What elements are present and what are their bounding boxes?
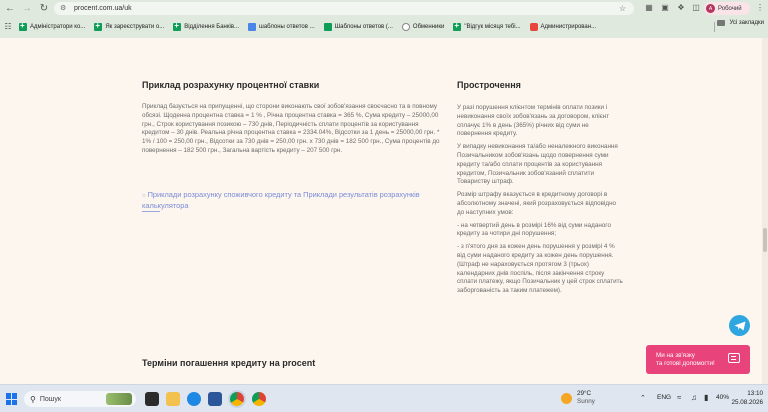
chat-widget-line2: та готові допомогти! bbox=[656, 360, 715, 367]
bookmark-item[interactable]: Як зареєструвати о... bbox=[94, 20, 164, 34]
bookmark-label: Як зареєструвати о... bbox=[105, 24, 165, 30]
profile-label: Робочий bbox=[718, 5, 742, 12]
terms-title: Терміни погашення кредиту на procent bbox=[142, 358, 316, 368]
telegram-plane-icon bbox=[734, 321, 745, 330]
red-square-icon bbox=[529, 23, 538, 31]
bookmark-item[interactable]: Адміністратори ко... bbox=[19, 20, 85, 34]
bookmarks-divider bbox=[714, 22, 715, 32]
bookmark-label: шаблоны ответов ... bbox=[259, 24, 315, 30]
google-sheets-icon bbox=[19, 21, 27, 31]
bookmark-label: Обменники bbox=[412, 24, 445, 30]
link-underline bbox=[142, 211, 160, 212]
taskbar-clock[interactable]: 13:10 25.08.2026 bbox=[727, 389, 763, 407]
chat-widget-button[interactable]: Ми на зв'язку та готові допомогти! bbox=[646, 345, 750, 374]
taskbar-search[interactable]: ⚲ Пошук bbox=[24, 391, 136, 407]
bookmark-item[interactable]: Обменники bbox=[401, 20, 445, 34]
reload-icon[interactable]: ↻ bbox=[37, 2, 51, 16]
address-bar[interactable]: ⚙ procent.com.ua/uk ☆ bbox=[54, 2, 634, 15]
weather-temp: 29°C bbox=[577, 390, 592, 397]
weather-widget[interactable]: 29°C Sunny bbox=[561, 390, 595, 406]
extension-2-icon[interactable]: ▣ bbox=[660, 3, 670, 13]
bookmark-label: Відділення Банків... bbox=[184, 24, 240, 30]
bookmark-label: Шаблоны ответов (... bbox=[334, 24, 393, 30]
google-sheets-icon bbox=[173, 21, 182, 31]
site-info-icon[interactable]: ⚙ bbox=[60, 5, 68, 13]
google-docs-icon bbox=[248, 23, 257, 31]
bookmark-item[interactable]: "Відгук місяця тебі... bbox=[453, 20, 521, 34]
task-view-icon[interactable] bbox=[145, 392, 159, 406]
clock-date: 25.08.2026 bbox=[731, 399, 763, 406]
google-sheets-icon bbox=[94, 21, 103, 31]
extension-icon[interactable]: ▦ bbox=[644, 3, 654, 13]
overdue-text: У разі порушення клієнтом термінів оплат… bbox=[457, 104, 623, 300]
search-placeholder: Пошук bbox=[39, 395, 61, 403]
bookmark-item[interactable]: шаблоны ответов ... bbox=[248, 20, 315, 34]
search-icon: ⚲ bbox=[30, 394, 36, 404]
browser-toolbar: ← → ↻ ⚙ procent.com.ua/uk ☆ ▦ ▣ ❖ ◫ A Ро… bbox=[0, 0, 768, 17]
avatar: A bbox=[706, 4, 715, 13]
chat-widget-line1: Ми на зв'язку bbox=[656, 352, 695, 359]
all-bookmarks-button[interactable]: Усі закладки bbox=[717, 20, 764, 26]
overdue-paragraph: - на четвертий день в розмірі 16% від су… bbox=[457, 221, 611, 238]
search-highlight-image bbox=[106, 393, 132, 405]
bookmarks-bar: ☷ Адміністратори ко... Як зареєструвати … bbox=[0, 18, 768, 36]
bookmark-item[interactable]: Шаблоны ответов (... bbox=[323, 20, 393, 34]
globe-icon bbox=[401, 23, 410, 31]
bookmark-star-icon[interactable]: ☆ bbox=[619, 4, 626, 13]
all-bookmarks-label: Усі закладки bbox=[729, 20, 764, 26]
example-title: Приклад розрахунку процентної ставки bbox=[142, 80, 320, 90]
apps-grid-icon[interactable]: ☷ bbox=[3, 22, 13, 32]
battery-icon[interactable]: ▮ bbox=[704, 393, 708, 402]
file-explorer-icon[interactable] bbox=[166, 392, 180, 406]
overdue-paragraph: У випадку невиконання та/або неналежного… bbox=[457, 143, 618, 186]
edge-browser-icon[interactable] bbox=[187, 392, 201, 406]
overdue-paragraph: - з п'ятого дня за кожен день порушення … bbox=[457, 243, 623, 295]
chevron-up-icon[interactable]: ⌃ bbox=[640, 394, 646, 402]
language-indicator[interactable]: ENG bbox=[657, 394, 671, 401]
volume-icon[interactable]: ♫ bbox=[691, 393, 697, 402]
google-sheets-icon bbox=[453, 21, 462, 31]
bookmark-label: Администрирован... bbox=[540, 24, 597, 30]
menu-kebab-icon[interactable]: ⋮ bbox=[756, 3, 764, 12]
weather-condition: Sunny bbox=[577, 398, 595, 405]
chat-bubble-icon bbox=[728, 353, 740, 363]
bookmark-label: "Відгук місяця тебі... bbox=[464, 24, 521, 30]
store-icon[interactable] bbox=[208, 392, 222, 406]
chrome-browser-icon[interactable] bbox=[230, 392, 244, 406]
overdue-title: Прострочення bbox=[457, 80, 521, 90]
google-sheets-chart-icon bbox=[323, 23, 332, 31]
calculator-examples-link-text: Приклади розрахунку споживчого кредиту т… bbox=[142, 190, 420, 210]
calculator-examples-link[interactable]: ○ Приклади розрахунку споживчого кредиту … bbox=[142, 190, 432, 210]
overdue-paragraph: Розмір штрафу вказується в кредитному до… bbox=[457, 191, 617, 216]
browser-chrome: ← → ↻ ⚙ procent.com.ua/uk ☆ ▦ ▣ ❖ ◫ A Ро… bbox=[0, 0, 768, 38]
windows-start-icon[interactable] bbox=[6, 393, 18, 405]
forward-arrow-icon[interactable]: → bbox=[20, 2, 34, 16]
side-panel-icon[interactable]: ◫ bbox=[691, 3, 701, 13]
bookmark-item[interactable]: Администрирован... bbox=[529, 20, 597, 34]
bookmark-item[interactable]: Відділення Банків... bbox=[173, 20, 239, 34]
chrome-profile-icon[interactable] bbox=[252, 392, 266, 406]
page-scrollbar[interactable] bbox=[762, 38, 768, 384]
telegram-button[interactable] bbox=[729, 315, 750, 336]
sun-icon bbox=[561, 392, 572, 404]
wifi-icon[interactable]: ≈ bbox=[677, 393, 681, 402]
example-text: Приклад базується на припущенні, що стор… bbox=[142, 103, 440, 154]
doc-icon: ○ bbox=[142, 193, 146, 199]
bookmark-label: Адміністратори ко... bbox=[30, 24, 86, 30]
folder-icon bbox=[717, 20, 726, 26]
windows-taskbar: ⚲ Пошук 29°C Sunny ⌃ ENG ≈ ♫ ▮ 40% 13:10… bbox=[0, 384, 768, 412]
page-content: Приклад розрахунку процентної ставки При… bbox=[0, 38, 768, 384]
back-arrow-icon[interactable]: ← bbox=[3, 2, 17, 16]
clock-time: 13:10 bbox=[747, 390, 763, 397]
profile-button[interactable]: A Робочий bbox=[704, 2, 750, 15]
scrollbar-thumb[interactable] bbox=[763, 228, 767, 252]
url-text: procent.com.ua/uk bbox=[74, 5, 132, 12]
extensions-puzzle-icon[interactable]: ❖ bbox=[676, 3, 686, 13]
overdue-paragraph: У разі порушення клієнтом термінів оплат… bbox=[457, 104, 610, 138]
